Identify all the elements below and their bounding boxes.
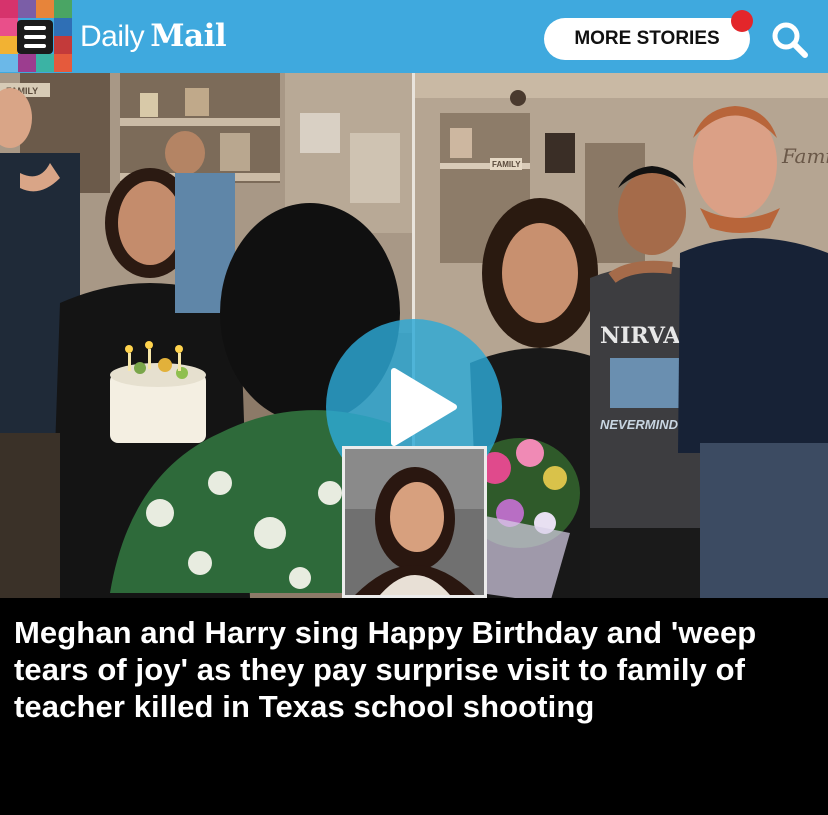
teacher-portrait xyxy=(345,449,484,595)
teacher-portrait-inset xyxy=(342,446,487,598)
wall-sign: Family xyxy=(781,144,828,168)
shirt-subtext: NEVERMIND xyxy=(600,417,679,432)
logo-daily: Daily xyxy=(80,20,145,53)
menu-button[interactable] xyxy=(17,20,53,54)
article-headline[interactable]: Meghan and Harry sing Happy Birthday and… xyxy=(14,614,814,725)
headline-section: Meghan and Harry sing Happy Birthday and… xyxy=(0,598,828,815)
daily-mail-logo[interactable]: Daily Mail xyxy=(80,18,227,58)
search-icon[interactable] xyxy=(770,20,810,60)
notification-dot xyxy=(731,10,753,32)
family-sign-right: FAMILY xyxy=(492,160,521,169)
hamburger-icon xyxy=(24,26,46,30)
logo-mail: Mail xyxy=(150,18,227,54)
more-stories-button[interactable]: MORE STORIES xyxy=(544,18,750,60)
top-bar: Daily Mail MORE STORIES xyxy=(0,0,828,73)
